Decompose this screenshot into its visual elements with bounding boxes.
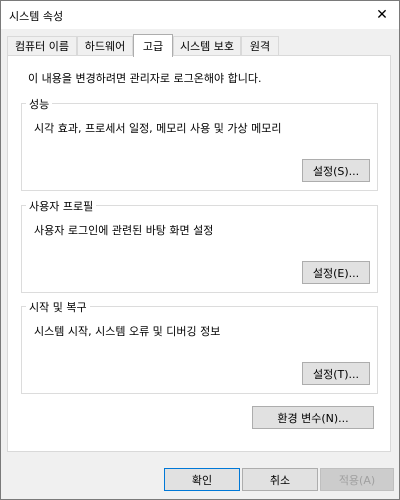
tab-system-protection[interactable]: 시스템 보호 (173, 36, 241, 55)
tab-label: 컴퓨터 이름 (14, 40, 70, 53)
title-bar[interactable]: 시스템 속성 ✕ (1, 1, 399, 29)
user-profiles-settings-button[interactable]: 설정(E)... (302, 261, 370, 284)
tab-computer-name[interactable]: 컴퓨터 이름 (7, 36, 77, 55)
group-title: 시작 및 복구 (26, 299, 90, 315)
tab-label: 시스템 보호 (179, 40, 235, 53)
group-description: 시스템 시작, 시스템 오류 및 디버깅 정보 (34, 325, 221, 338)
tab-remote[interactable]: 원격 (241, 36, 279, 55)
tab-advanced[interactable]: 고급 (133, 34, 173, 57)
group-title: 성능 (26, 96, 53, 112)
performance-group: 성능 시각 효과, 프로세서 일정, 메모리 사용 및 가상 메모리 설정(S)… (21, 96, 378, 191)
apply-button[interactable]: 적용(A) (320, 468, 394, 491)
close-button[interactable]: ✕ (365, 1, 399, 29)
group-description: 사용자 로그인에 관련된 바탕 화면 설정 (34, 224, 214, 237)
user-profiles-group: 사용자 프로필 사용자 로그인에 관련된 바탕 화면 설정 설정(E)... (21, 198, 378, 293)
tab-label: 고급 (142, 40, 164, 53)
tab-label: 원격 (249, 40, 271, 53)
tab-label: 하드웨어 (84, 40, 126, 53)
window-title: 시스템 속성 (9, 10, 64, 23)
close-icon: ✕ (376, 7, 388, 23)
advanced-panel: 이 내용을 변경하려면 관리자로 로그온해야 합니다. 성능 시각 효과, 프로… (7, 55, 391, 452)
ok-button[interactable]: 확인 (164, 468, 240, 491)
performance-settings-button[interactable]: 설정(S)... (302, 159, 370, 182)
admin-notice: 이 내용을 변경하려면 관리자로 로그온해야 합니다. (28, 72, 262, 85)
tab-hardware[interactable]: 하드웨어 (77, 36, 133, 55)
cancel-button[interactable]: 취소 (242, 468, 318, 491)
startup-recovery-settings-button[interactable]: 설정(T)... (302, 362, 370, 385)
startup-recovery-group: 시작 및 복구 시스템 시작, 시스템 오류 및 디버깅 정보 설정(T)... (21, 299, 378, 394)
group-title: 사용자 프로필 (26, 198, 97, 214)
environment-variables-button[interactable]: 환경 변수(N)... (252, 406, 374, 429)
system-properties-window: 시스템 속성 ✕ 컴퓨터 이름 하드웨어 고급 시스템 보호 원격 이 내용을 … (0, 0, 400, 500)
group-description: 시각 효과, 프로세서 일정, 메모리 사용 및 가상 메모리 (34, 122, 282, 135)
